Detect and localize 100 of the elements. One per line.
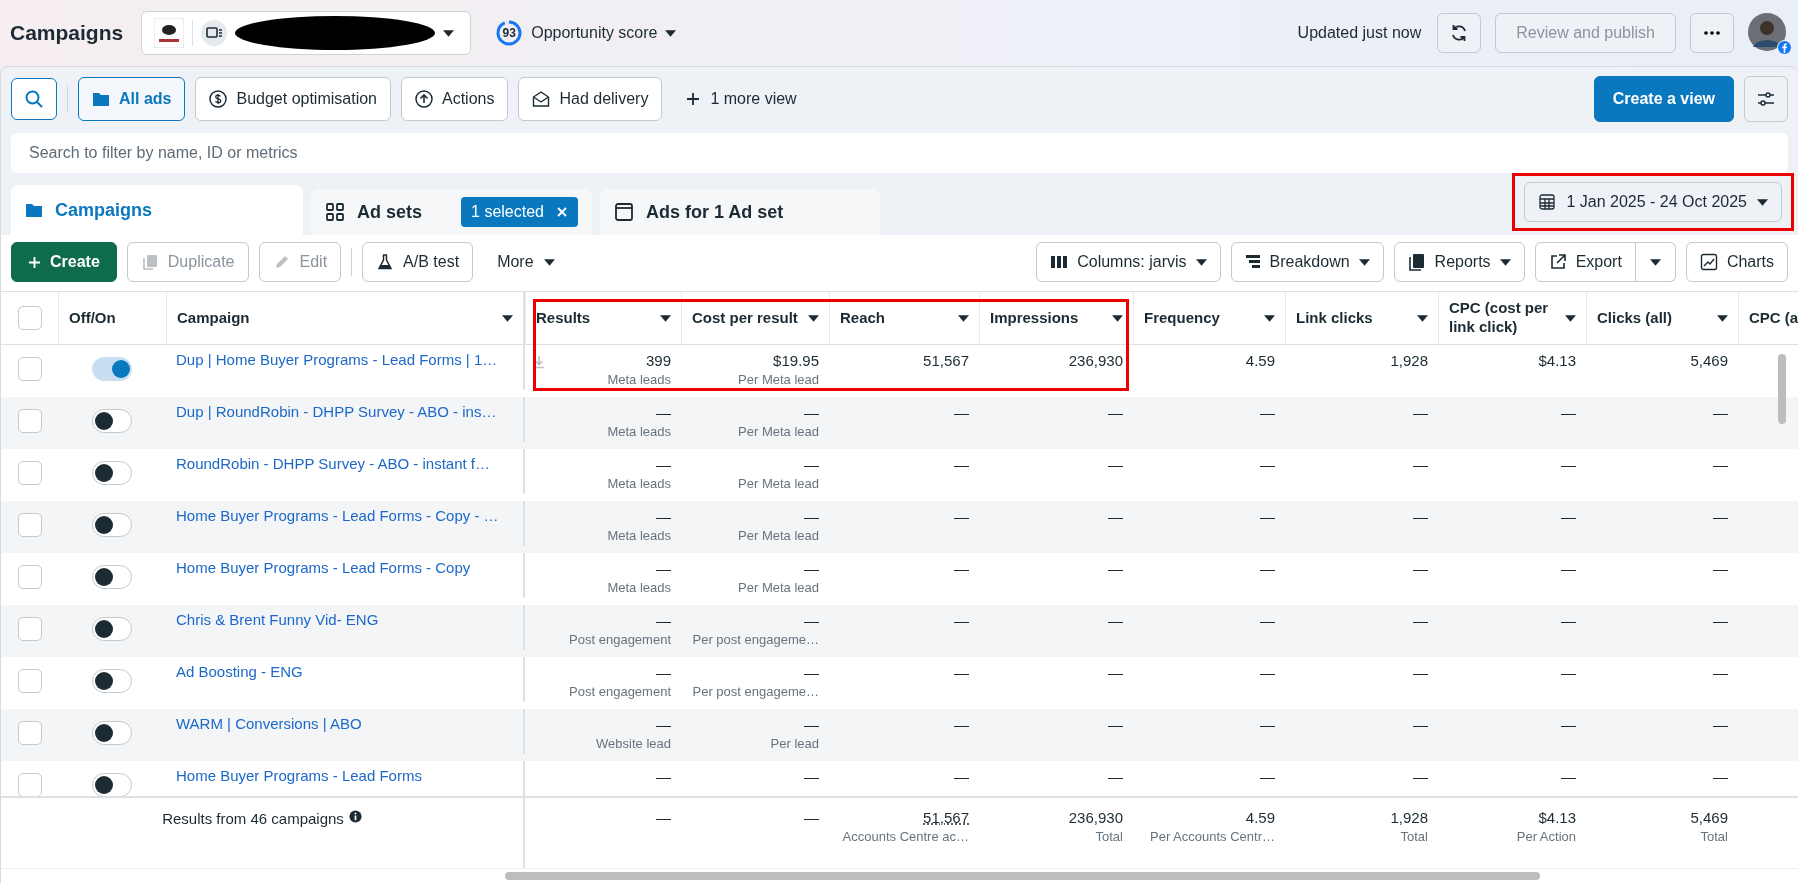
view-tab[interactable]: Actions xyxy=(401,77,509,121)
campaign-link[interactable]: WARM | Conversions | ABO xyxy=(176,715,513,732)
level-tab[interactable]: Ad sets 1 selected xyxy=(311,189,592,235)
toggle-switch[interactable] xyxy=(92,461,132,485)
row-checkbox[interactable] xyxy=(17,617,42,641)
table-cell: 1,928 xyxy=(1390,351,1428,371)
caret-icon xyxy=(502,314,513,322)
campaign-link[interactable]: RoundRobin - DHPP Survey - ABO - instant f… xyxy=(176,455,513,472)
breakdown-button[interactable]: Breakdown xyxy=(1230,242,1384,282)
export-icon xyxy=(1548,253,1567,271)
cell-caption: Meta leads xyxy=(607,371,671,389)
table-cell: — xyxy=(804,611,819,631)
more-options-button[interactable] xyxy=(1690,13,1734,53)
column-header[interactable]: Clicks (all) xyxy=(1597,308,1673,328)
row-checkbox[interactable] xyxy=(17,773,42,796)
column-header[interactable]: Reach xyxy=(840,308,886,328)
caret-icon xyxy=(1717,314,1728,322)
total-value: $4.13 xyxy=(1538,808,1576,828)
export-button[interactable]: Export xyxy=(1534,242,1636,282)
table-cell: — xyxy=(1260,715,1275,735)
view-tab[interactable]: Budget optimisation xyxy=(195,77,391,121)
opportunity-score-button[interactable]: 93 Opportunity score xyxy=(495,19,677,47)
calendar-icon xyxy=(1538,193,1557,211)
cell-caption: Per Meta lead xyxy=(738,579,819,597)
row-checkbox[interactable] xyxy=(17,721,42,745)
score-value: 93 xyxy=(501,26,517,40)
table-cell: — xyxy=(1561,767,1576,787)
info-icon[interactable] xyxy=(348,810,362,823)
select-all-checkbox[interactable] xyxy=(17,306,42,330)
row-checkbox[interactable] xyxy=(17,461,42,485)
toggle-switch[interactable] xyxy=(92,565,132,589)
close-icon[interactable] xyxy=(556,206,568,218)
refresh-button[interactable] xyxy=(1437,13,1482,53)
cell-caption: Per Meta lead xyxy=(738,475,819,493)
caret-icon xyxy=(1112,314,1123,322)
selection-chip[interactable]: 1 selected xyxy=(461,197,578,227)
campaign-link[interactable]: Dup | RoundRobin - DHPP Survey - ABO - ins… xyxy=(176,403,513,420)
search-button[interactable] xyxy=(11,78,57,120)
cell-caption: Meta leads xyxy=(607,579,671,597)
column-header[interactable]: Frequency xyxy=(1144,308,1220,328)
table-cell: — xyxy=(1413,455,1428,475)
campaign-link[interactable]: Home Buyer Programs - Lead Forms xyxy=(176,767,513,784)
column-header[interactable]: CPC (a xyxy=(1749,308,1798,328)
toggle-switch[interactable] xyxy=(92,669,132,693)
level-tab[interactable]: Campaigns xyxy=(11,185,303,235)
campaign-link[interactable]: Chris & Brent Funny Vid- ENG xyxy=(176,611,513,628)
column-header[interactable]: Results xyxy=(536,308,591,328)
date-range-button[interactable]: 1 Jan 2025 - 24 Oct 2025 xyxy=(1524,182,1782,222)
table-cell: — xyxy=(954,767,969,787)
column-header[interactable]: Campaign xyxy=(177,308,250,328)
toggle-switch[interactable] xyxy=(92,721,132,745)
create-button[interactable]: Create xyxy=(11,242,117,282)
caret-icon xyxy=(1757,198,1768,206)
flask-icon xyxy=(376,253,395,271)
cell-caption: Per Meta lead xyxy=(738,423,819,441)
row-checkbox[interactable] xyxy=(17,565,42,589)
toggle-switch[interactable] xyxy=(92,617,132,641)
toggle-switch[interactable] xyxy=(92,409,132,433)
column-header[interactable]: Impressions xyxy=(990,308,1079,328)
toggle-switch[interactable] xyxy=(92,357,132,381)
search-field[interactable]: Search to filter by name, ID or metrics xyxy=(11,133,1788,173)
caret-icon xyxy=(660,314,671,322)
row-checkbox[interactable] xyxy=(17,669,42,693)
view-tab[interactable]: All ads xyxy=(78,77,186,121)
ab-test-button[interactable]: A/B test xyxy=(362,242,474,282)
charts-button[interactable]: Charts xyxy=(1685,242,1788,282)
view-tab[interactable]: Had delivery xyxy=(518,77,663,121)
columns-button[interactable]: Columns: jarvis xyxy=(1036,242,1221,282)
more-views-button[interactable]: 1 more view xyxy=(672,90,811,108)
row-checkbox[interactable] xyxy=(17,357,42,381)
toggle-switch[interactable] xyxy=(92,773,132,796)
column-header[interactable]: Link clicks xyxy=(1296,308,1373,328)
reports-button[interactable]: Reports xyxy=(1393,242,1525,282)
column-header[interactable]: Off/On xyxy=(69,308,116,328)
total-value: 5,469 xyxy=(1690,808,1728,828)
account-selector[interactable] xyxy=(141,11,472,55)
account-icon xyxy=(201,20,228,46)
table-cell: — xyxy=(954,611,969,631)
cell-caption: Per Meta lead xyxy=(738,371,819,389)
campaign-link[interactable]: Home Buyer Programs - Lead Forms - Copy xyxy=(176,559,513,576)
table-cell: — xyxy=(1713,767,1728,787)
row-checkbox[interactable] xyxy=(17,409,42,433)
campaign-link[interactable]: Ad Boosting - ENG xyxy=(176,663,513,680)
column-header[interactable]: CPC (cost per link click) xyxy=(1449,299,1559,337)
settings-button[interactable] xyxy=(1744,76,1788,122)
campaign-link[interactable]: Home Buyer Programs - Lead Forms - Copy - … xyxy=(176,507,513,524)
level-tab[interactable]: Ads for 1 Ad set xyxy=(600,189,880,235)
table-cell: — xyxy=(954,663,969,683)
campaign-link[interactable]: Dup | Home Buyer Programs - Lead Forms | 1… xyxy=(176,351,513,368)
table-cell: — xyxy=(1108,663,1123,683)
total-value: 1,928 xyxy=(1390,808,1428,828)
column-header[interactable]: Cost per result xyxy=(692,308,798,328)
horizontal-scrollbar[interactable] xyxy=(505,872,1540,880)
export-menu-button[interactable] xyxy=(1635,242,1676,282)
toggle-switch[interactable] xyxy=(92,513,132,537)
vertical-scrollbar[interactable] xyxy=(1778,354,1786,424)
more-button[interactable]: More xyxy=(483,253,569,271)
table-cell: — xyxy=(1108,403,1123,423)
create-view-button[interactable]: Create a view xyxy=(1593,76,1734,122)
row-checkbox[interactable] xyxy=(17,513,42,537)
